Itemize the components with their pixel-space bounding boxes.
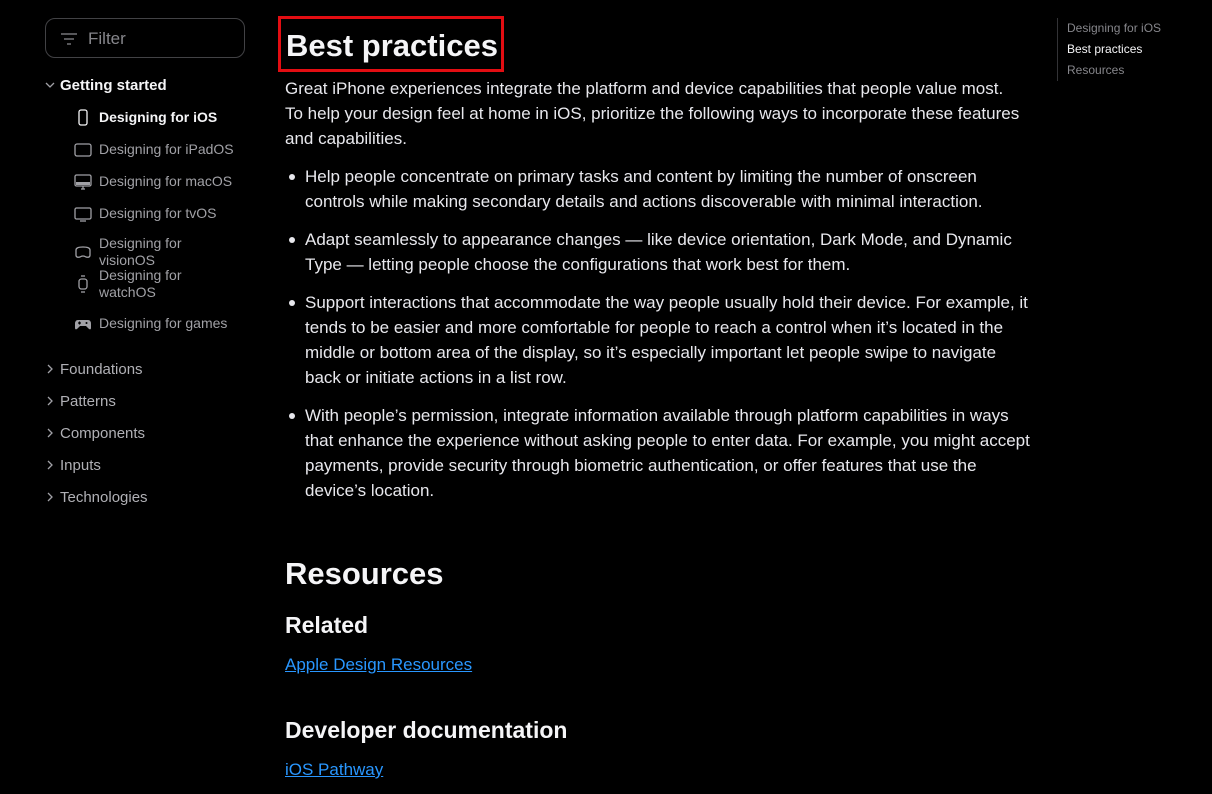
filter-placeholder: Filter <box>88 29 126 48</box>
sidebar-item-label: Designing for visionOS <box>99 235 182 268</box>
sidebar-section-label: Getting started <box>60 77 167 94</box>
sidebar-item-label: Designing for iPadOS <box>99 141 234 157</box>
ios-pathway-link[interactable]: iOS Pathway <box>285 760 383 780</box>
chevron-down-icon <box>45 82 55 88</box>
mac-display-icon <box>74 174 92 190</box>
sidebar-section-label: Technologies <box>60 489 148 506</box>
resources-heading: Resources <box>285 556 444 591</box>
related-heading: Related <box>285 612 369 638</box>
sidebar-item-label: Designing for games <box>99 315 228 331</box>
list-item: Adapt seamlessly to appearance changes —… <box>285 227 1030 277</box>
watch-icon <box>78 275 88 293</box>
sidebar: Filter Getting started Designing for iOS… <box>0 0 262 794</box>
chevron-right-icon <box>47 396 53 406</box>
list-item: With people’s permission, integrate info… <box>285 403 1030 503</box>
sidebar-item-label: Designing for tvOS <box>99 205 217 221</box>
iphone-icon <box>78 109 88 126</box>
intro-paragraph: Great iPhone experiences integrate the p… <box>285 79 1020 148</box>
sidebar-section-label: Inputs <box>60 457 101 474</box>
toc-item-designing-for-ios[interactable]: Designing for iOS <box>1067 21 1161 35</box>
chevron-right-icon <box>47 460 53 470</box>
sidebar-section-label: Foundations <box>60 361 143 378</box>
apple-design-resources-link[interactable]: Apple Design Resources <box>285 655 472 675</box>
developer-documentation-heading: Developer documentation <box>285 717 568 743</box>
sidebar-item-label: Designing for iOS <box>99 109 218 125</box>
vision-pro-icon <box>75 246 91 258</box>
list-item: Help people concentrate on primary tasks… <box>285 164 1030 214</box>
section-title-best-practices: Best practices <box>278 16 504 72</box>
gamecontroller-icon <box>75 320 91 330</box>
toc-item-best-practices[interactable]: Best practices <box>1067 42 1142 56</box>
chevron-right-icon <box>47 492 53 502</box>
sidebar-item-label: Designing for watchOS <box>99 267 182 300</box>
best-practices-list: Help people concentrate on primary tasks… <box>285 164 1030 516</box>
sidebar-item-label: Designing for macOS <box>99 173 233 189</box>
on-this-page-nav: Designing for iOS Best practices Resourc… <box>1057 18 1197 81</box>
chevron-right-icon <box>47 364 53 374</box>
filter-input[interactable]: Filter <box>45 18 245 58</box>
toc-item-resources[interactable]: Resources <box>1067 63 1124 77</box>
ipad-icon <box>74 143 92 157</box>
sidebar-section-label: Components <box>60 425 146 442</box>
tv-icon <box>74 207 92 222</box>
chevron-right-icon <box>47 428 53 438</box>
filter-icon <box>61 33 77 45</box>
sidebar-section-label: Patterns <box>60 393 116 410</box>
list-item: Support interactions that accommodate th… <box>285 290 1030 390</box>
